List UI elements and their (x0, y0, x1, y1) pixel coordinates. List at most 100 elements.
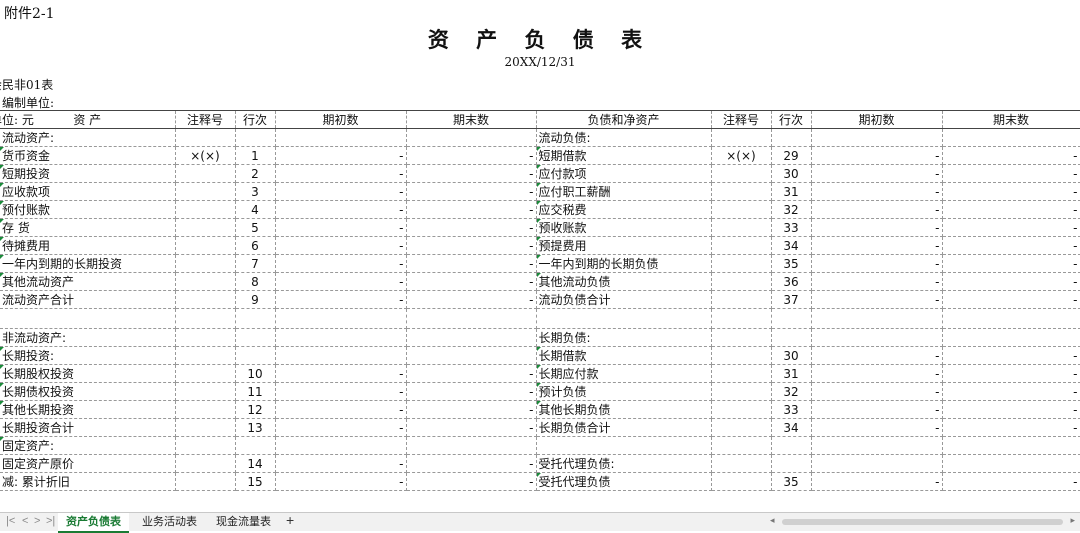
asset-end-cell[interactable]: - (406, 290, 537, 309)
liability-end-cell[interactable]: - (942, 164, 1080, 183)
liability-note-cell[interactable] (711, 254, 772, 273)
asset-name-cell[interactable]: 存 货 (0, 218, 176, 237)
scroll-right-icon[interactable]: ▸ (1070, 515, 1075, 526)
asset-end-cell[interactable]: - (406, 182, 537, 201)
liability-end-cell[interactable]: - (942, 472, 1080, 491)
asset-line-cell[interactable]: 9 (235, 290, 276, 309)
asset-name-cell[interactable]: 非流动资产: (0, 328, 176, 347)
liability-end-cell[interactable]: - (942, 346, 1080, 365)
liability-name-cell[interactable]: 预收账款 (536, 218, 712, 237)
asset-begin-cell[interactable] (275, 308, 407, 329)
col-asset-begin[interactable]: 期初数 (275, 110, 407, 129)
asset-begin-cell[interactable]: - (275, 236, 407, 255)
asset-line-cell[interactable]: 1 (235, 146, 276, 165)
liability-end-cell[interactable] (942, 308, 1080, 329)
liability-begin-cell[interactable]: - (811, 164, 943, 183)
asset-line-cell[interactable]: 6 (235, 236, 276, 255)
tab-balance-sheet[interactable]: 资产负债表 (58, 513, 129, 533)
liability-name-cell[interactable]: 其他流动负债 (536, 272, 712, 291)
asset-name-cell[interactable]: 长期投资合计 (0, 418, 176, 437)
liability-begin-cell[interactable]: - (811, 290, 943, 309)
liability-name-cell[interactable]: 短期借款 (536, 146, 712, 165)
asset-note-cell[interactable] (175, 382, 236, 401)
liability-begin-cell[interactable]: - (811, 236, 943, 255)
asset-note-cell[interactable] (175, 200, 236, 219)
col-asset-note[interactable]: 注释号 (175, 110, 236, 129)
liability-line-cell[interactable]: 34 (771, 418, 812, 437)
asset-begin-cell[interactable]: - (275, 290, 407, 309)
liability-end-cell[interactable] (942, 128, 1080, 147)
asset-line-cell[interactable]: 14 (235, 454, 276, 473)
asset-begin-cell[interactable]: - (275, 364, 407, 383)
liability-line-cell[interactable]: 34 (771, 236, 812, 255)
asset-line-cell[interactable] (235, 128, 276, 147)
liability-line-cell[interactable]: 33 (771, 218, 812, 237)
liability-name-cell[interactable] (536, 308, 712, 329)
liability-begin-cell[interactable]: - (811, 382, 943, 401)
asset-end-cell[interactable]: - (406, 418, 537, 437)
col-asset-line[interactable]: 行次 (235, 110, 276, 129)
liability-end-cell[interactable] (942, 454, 1080, 473)
asset-begin-cell[interactable]: - (275, 146, 407, 165)
liability-end-cell[interactable]: - (942, 290, 1080, 309)
liability-end-cell[interactable]: - (942, 236, 1080, 255)
liability-line-cell[interactable] (771, 436, 812, 455)
liability-line-cell[interactable] (771, 128, 812, 147)
liability-line-cell[interactable]: 33 (771, 400, 812, 419)
asset-end-cell[interactable]: - (406, 364, 537, 383)
liability-note-cell[interactable] (711, 182, 772, 201)
liability-begin-cell[interactable]: - (811, 200, 943, 219)
liability-note-cell[interactable] (711, 436, 772, 455)
liability-begin-cell[interactable] (811, 436, 943, 455)
liability-line-cell[interactable] (771, 308, 812, 329)
asset-name-cell[interactable]: 长期投资: (0, 346, 176, 365)
asset-line-cell[interactable]: 8 (235, 272, 276, 291)
asset-name-cell[interactable]: 短期投资 (0, 164, 176, 183)
asset-note-cell[interactable] (175, 364, 236, 383)
liability-end-cell[interactable]: - (942, 364, 1080, 383)
asset-line-cell[interactable] (235, 328, 276, 347)
asset-begin-cell[interactable] (275, 328, 407, 347)
liability-name-cell[interactable]: 其他长期负债 (536, 400, 712, 419)
liability-end-cell[interactable] (942, 436, 1080, 455)
asset-line-cell[interactable]: 5 (235, 218, 276, 237)
liability-name-cell[interactable]: 应付款项 (536, 164, 712, 183)
liability-name-cell[interactable]: 应交税费 (536, 200, 712, 219)
horizontal-scrollbar[interactable]: ◂ ▸ (770, 515, 1075, 527)
asset-name-cell[interactable]: 流动资产: (0, 128, 176, 147)
asset-note-cell[interactable] (175, 346, 236, 365)
liability-note-cell[interactable] (711, 346, 772, 365)
liability-begin-cell[interactable]: - (811, 272, 943, 291)
asset-note-cell[interactable] (175, 128, 236, 147)
asset-note-cell[interactable] (175, 400, 236, 419)
asset-name-cell[interactable]: 长期债权投资 (0, 382, 176, 401)
liability-begin-cell[interactable]: - (811, 254, 943, 273)
asset-note-cell[interactable] (175, 164, 236, 183)
liability-begin-cell[interactable]: - (811, 400, 943, 419)
asset-begin-cell[interactable] (275, 436, 407, 455)
asset-end-cell[interactable]: - (406, 472, 537, 491)
asset-note-cell[interactable] (175, 472, 236, 491)
liability-line-cell[interactable]: 32 (771, 382, 812, 401)
prev-sheet-icon[interactable]: < (22, 515, 28, 527)
liability-end-cell[interactable]: - (942, 146, 1080, 165)
liability-begin-cell[interactable]: - (811, 182, 943, 201)
liability-end-cell[interactable]: - (942, 400, 1080, 419)
asset-note-cell[interactable] (175, 290, 236, 309)
asset-begin-cell[interactable] (275, 128, 407, 147)
asset-note-cell[interactable] (175, 454, 236, 473)
liability-line-cell[interactable]: 31 (771, 364, 812, 383)
liability-note-cell[interactable] (711, 128, 772, 147)
asset-name-cell[interactable]: 应收款项 (0, 182, 176, 201)
asset-line-cell[interactable] (235, 346, 276, 365)
asset-begin-cell[interactable]: - (275, 254, 407, 273)
scrollbar-thumb[interactable] (782, 519, 1063, 525)
liability-end-cell[interactable]: - (942, 418, 1080, 437)
asset-note-cell[interactable] (175, 254, 236, 273)
asset-name-cell[interactable]: 预付账款 (0, 200, 176, 219)
liability-note-cell[interactable] (711, 472, 772, 491)
liability-note-cell[interactable] (711, 236, 772, 255)
liability-note-cell[interactable] (711, 218, 772, 237)
asset-end-cell[interactable]: - (406, 200, 537, 219)
liability-begin-cell[interactable] (811, 328, 943, 347)
